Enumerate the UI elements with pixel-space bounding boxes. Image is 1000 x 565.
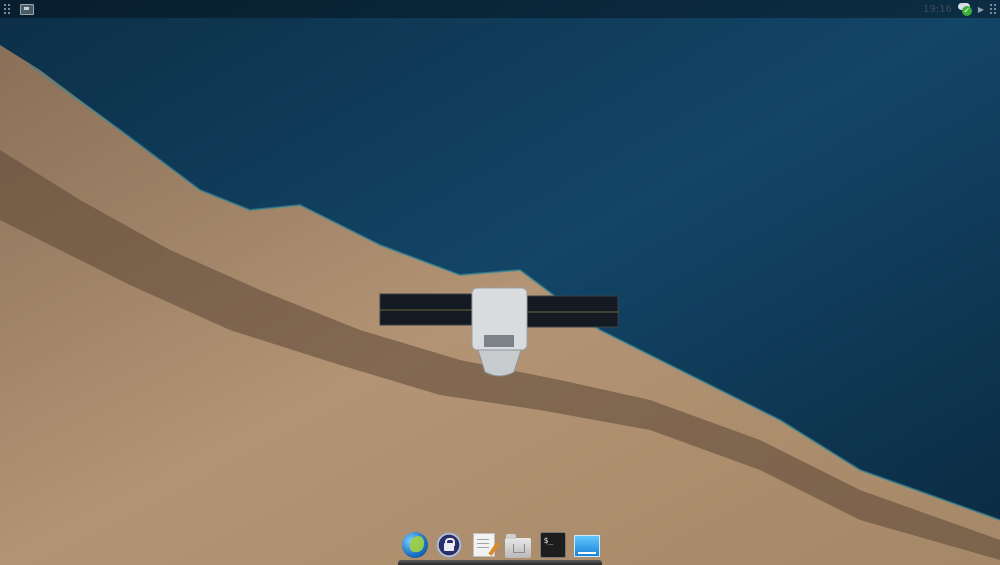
dock-shelf <box>398 560 602 565</box>
dock: $_ <box>398 528 604 562</box>
grip-handle-icon[interactable] <box>990 4 996 14</box>
lock-screen-icon[interactable] <box>436 532 463 558</box>
updater-ok-icon[interactable]: ✓ <box>957 2 972 16</box>
desktop-wallpaper <box>0 0 1000 565</box>
show-desktop-icon[interactable] <box>573 535 600 557</box>
terminal-prompt-glyph: $_ <box>543 536 554 545</box>
web-browser-icon[interactable] <box>402 532 428 558</box>
tray-expand-icon[interactable]: ▶ <box>978 5 984 14</box>
grip-handle-icon[interactable] <box>4 4 10 14</box>
show-desktop-icon[interactable] <box>20 3 34 15</box>
text-editor-icon[interactable] <box>472 533 500 557</box>
clock[interactable]: 19:16 <box>923 4 952 15</box>
terminal-icon[interactable]: $_ <box>539 532 566 558</box>
file-manager-icon[interactable] <box>505 534 532 558</box>
top-panel: 19:16 ✓ ▶ <box>0 0 1000 18</box>
